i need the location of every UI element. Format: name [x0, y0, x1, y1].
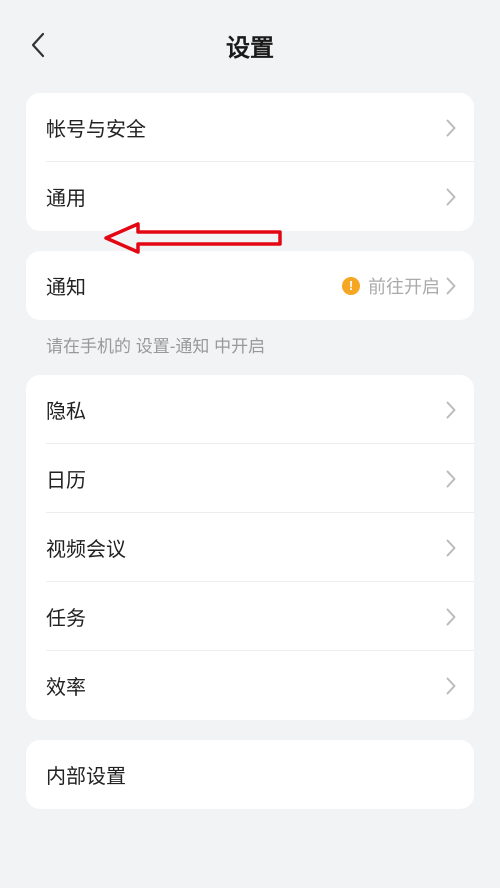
chevron-right-icon [446, 119, 456, 137]
chevron-right-icon [446, 677, 456, 695]
chevron-right-icon [446, 401, 456, 419]
item-label: 内部设置 [46, 760, 456, 789]
item-label: 视频会议 [46, 533, 446, 562]
notifications-footer-hint: 请在手机的 设置-通知 中开启 [46, 332, 474, 357]
chevron-right-icon [446, 277, 456, 295]
item-label: 效率 [46, 671, 446, 700]
chevron-right-icon [446, 188, 456, 206]
settings-item-notifications[interactable]: 通知 ! 前往开启 [26, 251, 474, 320]
settings-group-account: 帐号与安全 通用 [26, 93, 474, 231]
settings-item-internal[interactable]: 内部设置 [26, 740, 474, 809]
settings-item-efficiency[interactable]: 效率 [26, 651, 474, 720]
settings-item-tasks[interactable]: 任务 [26, 582, 474, 651]
settings-group-features: 隐私 日历 视频会议 任务 效率 [26, 375, 474, 720]
item-label: 隐私 [46, 395, 446, 424]
settings-group-notifications: 通知 ! 前往开启 [26, 251, 474, 320]
warning-icon: ! [342, 277, 360, 295]
chevron-right-icon [446, 470, 456, 488]
page-title: 设置 [20, 28, 480, 63]
settings-group-internal: 内部设置 [26, 740, 474, 809]
chevron-right-icon [446, 539, 456, 557]
chevron-left-icon [30, 32, 45, 58]
settings-item-calendar[interactable]: 日历 [26, 444, 474, 513]
settings-item-privacy[interactable]: 隐私 [26, 375, 474, 444]
item-label: 任务 [46, 602, 446, 631]
settings-item-account-security[interactable]: 帐号与安全 [26, 93, 474, 162]
page-header: 设置 [0, 0, 500, 93]
back-button[interactable] [30, 32, 45, 63]
chevron-right-icon [446, 608, 456, 626]
item-hint: 前往开启 [368, 273, 440, 299]
settings-item-video-conference[interactable]: 视频会议 [26, 513, 474, 582]
item-label: 通用 [46, 182, 446, 211]
settings-item-general[interactable]: 通用 [26, 162, 474, 231]
item-label: 日历 [46, 464, 446, 493]
item-label: 帐号与安全 [46, 113, 446, 142]
item-label: 通知 [46, 271, 342, 300]
